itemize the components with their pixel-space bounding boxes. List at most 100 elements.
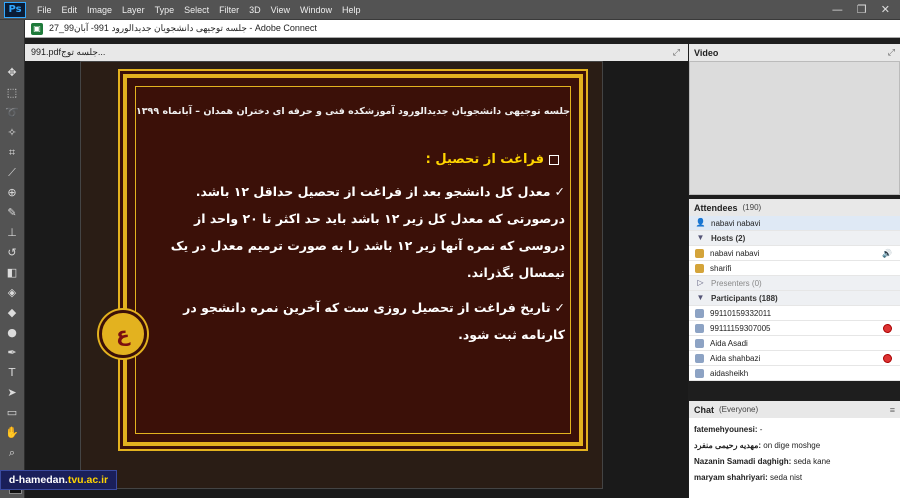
slide-paragraph-1-text: معدل کل دانشجو بعد از فراغت از تحصیل حدا… <box>170 184 565 280</box>
check-bullet-icon: ✓ <box>554 184 565 199</box>
fullscreen-icon[interactable]: ⤢ <box>888 47 895 58</box>
participant-row[interactable]: 99110159332011 <box>689 306 900 321</box>
chat-sender: fatemehyounesi: <box>694 425 758 434</box>
hand-tool-icon[interactable]: ✋ <box>5 426 19 440</box>
maximize-button[interactable]: ❐ <box>857 3 867 16</box>
adobe-connect-icon: ▣ <box>31 22 43 35</box>
slide-paragraph-2: ✓تاریخ فراغت از تحصیل روزی ست که آخرین ن… <box>145 294 565 348</box>
menu-window[interactable]: Window <box>295 5 337 15</box>
collapse-arrow-icon[interactable]: ▼ <box>695 293 706 303</box>
status-away-icon <box>883 323 892 333</box>
window-title: جلسه توجیهی دانشجویان جدیدالورود 991- آب… <box>49 23 317 33</box>
host-row[interactable]: nabavi nabavi 🔊 <box>689 246 900 261</box>
watermark-accent: tvu.ac.ir <box>67 474 109 486</box>
stamp-tool-icon[interactable]: ⊥ <box>5 226 19 240</box>
menu-edit[interactable]: Edit <box>57 5 83 15</box>
host-name: nabavi nabavi <box>710 248 760 258</box>
pen-tool-icon[interactable]: ✒ <box>5 346 19 360</box>
host-row[interactable]: sharifi <box>689 261 900 276</box>
magic-wand-tool-icon[interactable]: ✧ <box>5 126 19 140</box>
slide-heading: فراغت از تحصیل : <box>426 152 559 167</box>
chat-message: fatemehyounesi: - <box>694 422 895 438</box>
chat-message: مهدیه رحیمی منفرد: on dige moshge <box>694 438 895 454</box>
participant-icon <box>695 368 704 378</box>
path-select-tool-icon[interactable]: ➤ <box>5 386 19 400</box>
user-icon: 👤 <box>695 218 706 227</box>
slide-paragraph-1: ✓معدل کل دانشجو بعد از فراغت از تحصیل حد… <box>145 178 565 286</box>
participants-section[interactable]: ▼ Participants (188) <box>689 291 900 306</box>
marquee-tool-icon[interactable]: ⬚ <box>5 86 19 100</box>
shape-tool-icon[interactable]: ▭ <box>5 406 19 420</box>
speaker-icon: 🔊 <box>882 248 892 258</box>
participant-icon <box>695 308 704 318</box>
bucket-tool-icon[interactable]: ◈ <box>5 286 19 300</box>
fullscreen-icon[interactable]: ⤢ <box>673 47 680 58</box>
participant-row[interactable]: Aida shahbazi <box>689 351 900 366</box>
menu-3d[interactable]: 3D <box>244 5 266 15</box>
share-pod: 991.pdfجلسه توج... ⤢ جلسه توجیهی دانشجوی… <box>25 44 688 498</box>
menu-type[interactable]: Type <box>150 5 180 15</box>
chat-text: - <box>757 425 763 434</box>
share-pod-header: 991.pdfجلسه توج... ⤢ <box>25 44 688 61</box>
menu-layer[interactable]: Layer <box>117 5 150 15</box>
move-tool-icon[interactable]: ✥ <box>5 66 19 80</box>
chat-text: seda nist <box>767 473 803 482</box>
collapse-arrow-icon[interactable]: ▷ <box>695 278 706 288</box>
menu-image[interactable]: Image <box>82 5 117 15</box>
presenters-section[interactable]: ▷ Presenters (0) <box>689 276 900 291</box>
eyedropper-tool-icon[interactable]: ⟋ <box>5 166 19 180</box>
menu-file[interactable]: File <box>32 5 57 15</box>
menu-select[interactable]: Select <box>179 5 214 15</box>
participant-name: 99110159332011 <box>710 308 772 318</box>
menu-view[interactable]: View <box>266 5 295 15</box>
participant-name: Aida Asadi <box>710 338 748 348</box>
college-logo-icon: ع <box>99 310 147 358</box>
blur-tool-icon[interactable]: ◆ <box>5 306 19 320</box>
slide-paragraph-2-text: تاریخ فراغت از تحصیل روزی ست که آخرین نم… <box>183 300 565 342</box>
hosts-section[interactable]: ▼ Hosts (2) <box>689 231 900 246</box>
participant-row[interactable]: Aida Asadi <box>689 336 900 351</box>
zoom-tool-icon[interactable]: ⌕ <box>5 446 19 460</box>
dodge-tool-icon[interactable]: ● <box>5 326 19 340</box>
current-user-row[interactable]: 👤 nabavi nabavi <box>689 216 900 231</box>
participant-icon <box>695 338 704 348</box>
chat-text: seda kane <box>791 457 831 466</box>
menu-filter[interactable]: Filter <box>214 5 244 15</box>
chat-message: Nazanin Samadi daghigh: seda kane <box>694 454 895 470</box>
video-pod-title: Video <box>694 47 719 58</box>
type-tool-icon[interactable]: T <box>5 366 19 380</box>
video-area <box>689 61 900 195</box>
chat-text: on dige moshge <box>761 441 821 450</box>
presenters-label: Presenters (0) <box>711 278 762 288</box>
crop-tool-icon[interactable]: ⌗ <box>5 146 19 160</box>
right-pods: Video ⤢ Attendees (190) 👤 nabavi nabavi … <box>689 44 900 498</box>
adobe-connect-titlebar: ▣ جلسه توجیهی دانشجویان جدیدالورود 991- … <box>25 20 900 38</box>
participant-row[interactable]: aidasheikh <box>689 366 900 381</box>
current-user-name: nabavi nabavi <box>711 218 761 228</box>
collapse-arrow-icon[interactable]: ▼ <box>695 233 706 243</box>
brush-tool-icon[interactable]: ✎ <box>5 206 19 220</box>
menu-icon[interactable]: ≡ <box>890 405 895 415</box>
close-button[interactable]: ✕ <box>881 3 890 16</box>
participant-icon <box>695 323 704 333</box>
healing-tool-icon[interactable]: ⊕ <box>5 186 19 200</box>
square-bullet-icon <box>549 154 559 165</box>
lasso-tool-icon[interactable]: ➰ <box>5 106 19 120</box>
history-brush-tool-icon[interactable]: ↺ <box>5 246 19 260</box>
menu-help[interactable]: Help <box>337 5 366 15</box>
participant-name: 99111159307005 <box>710 323 771 333</box>
check-bullet-icon: ✓ <box>554 300 565 315</box>
chat-message: maryam shahriyari: seda nist <box>694 470 895 486</box>
photoshop-tools-panel: ✥ ⬚ ➰ ✧ ⌗ ⟋ ⊕ ✎ ⊥ ↺ ◧ ◈ ◆ ● ✒ T ➤ ▭ ✋ ⌕ <box>0 20 25 498</box>
participant-row[interactable]: 99111159307005 <box>689 321 900 336</box>
chat-scope: (Everyone) <box>719 405 759 414</box>
slide-viewport: جلسه توجیهی دانشجویان جدیدالورود آموزشکد… <box>80 61 603 489</box>
minimize-button[interactable]: — <box>832 3 843 16</box>
eraser-tool-icon[interactable]: ◧ <box>5 266 19 280</box>
host-icon <box>695 248 704 258</box>
app-root: Ps File Edit Image Layer Type Select Fil… <box>0 0 900 498</box>
host-icon <box>695 263 704 273</box>
slide: جلسه توجیهی دانشجویان جدیدالورود آموزشکد… <box>99 74 583 446</box>
attendees-title: Attendees <box>694 202 738 213</box>
chat-sender: مهدیه رحیمی منفرد: <box>694 441 762 450</box>
